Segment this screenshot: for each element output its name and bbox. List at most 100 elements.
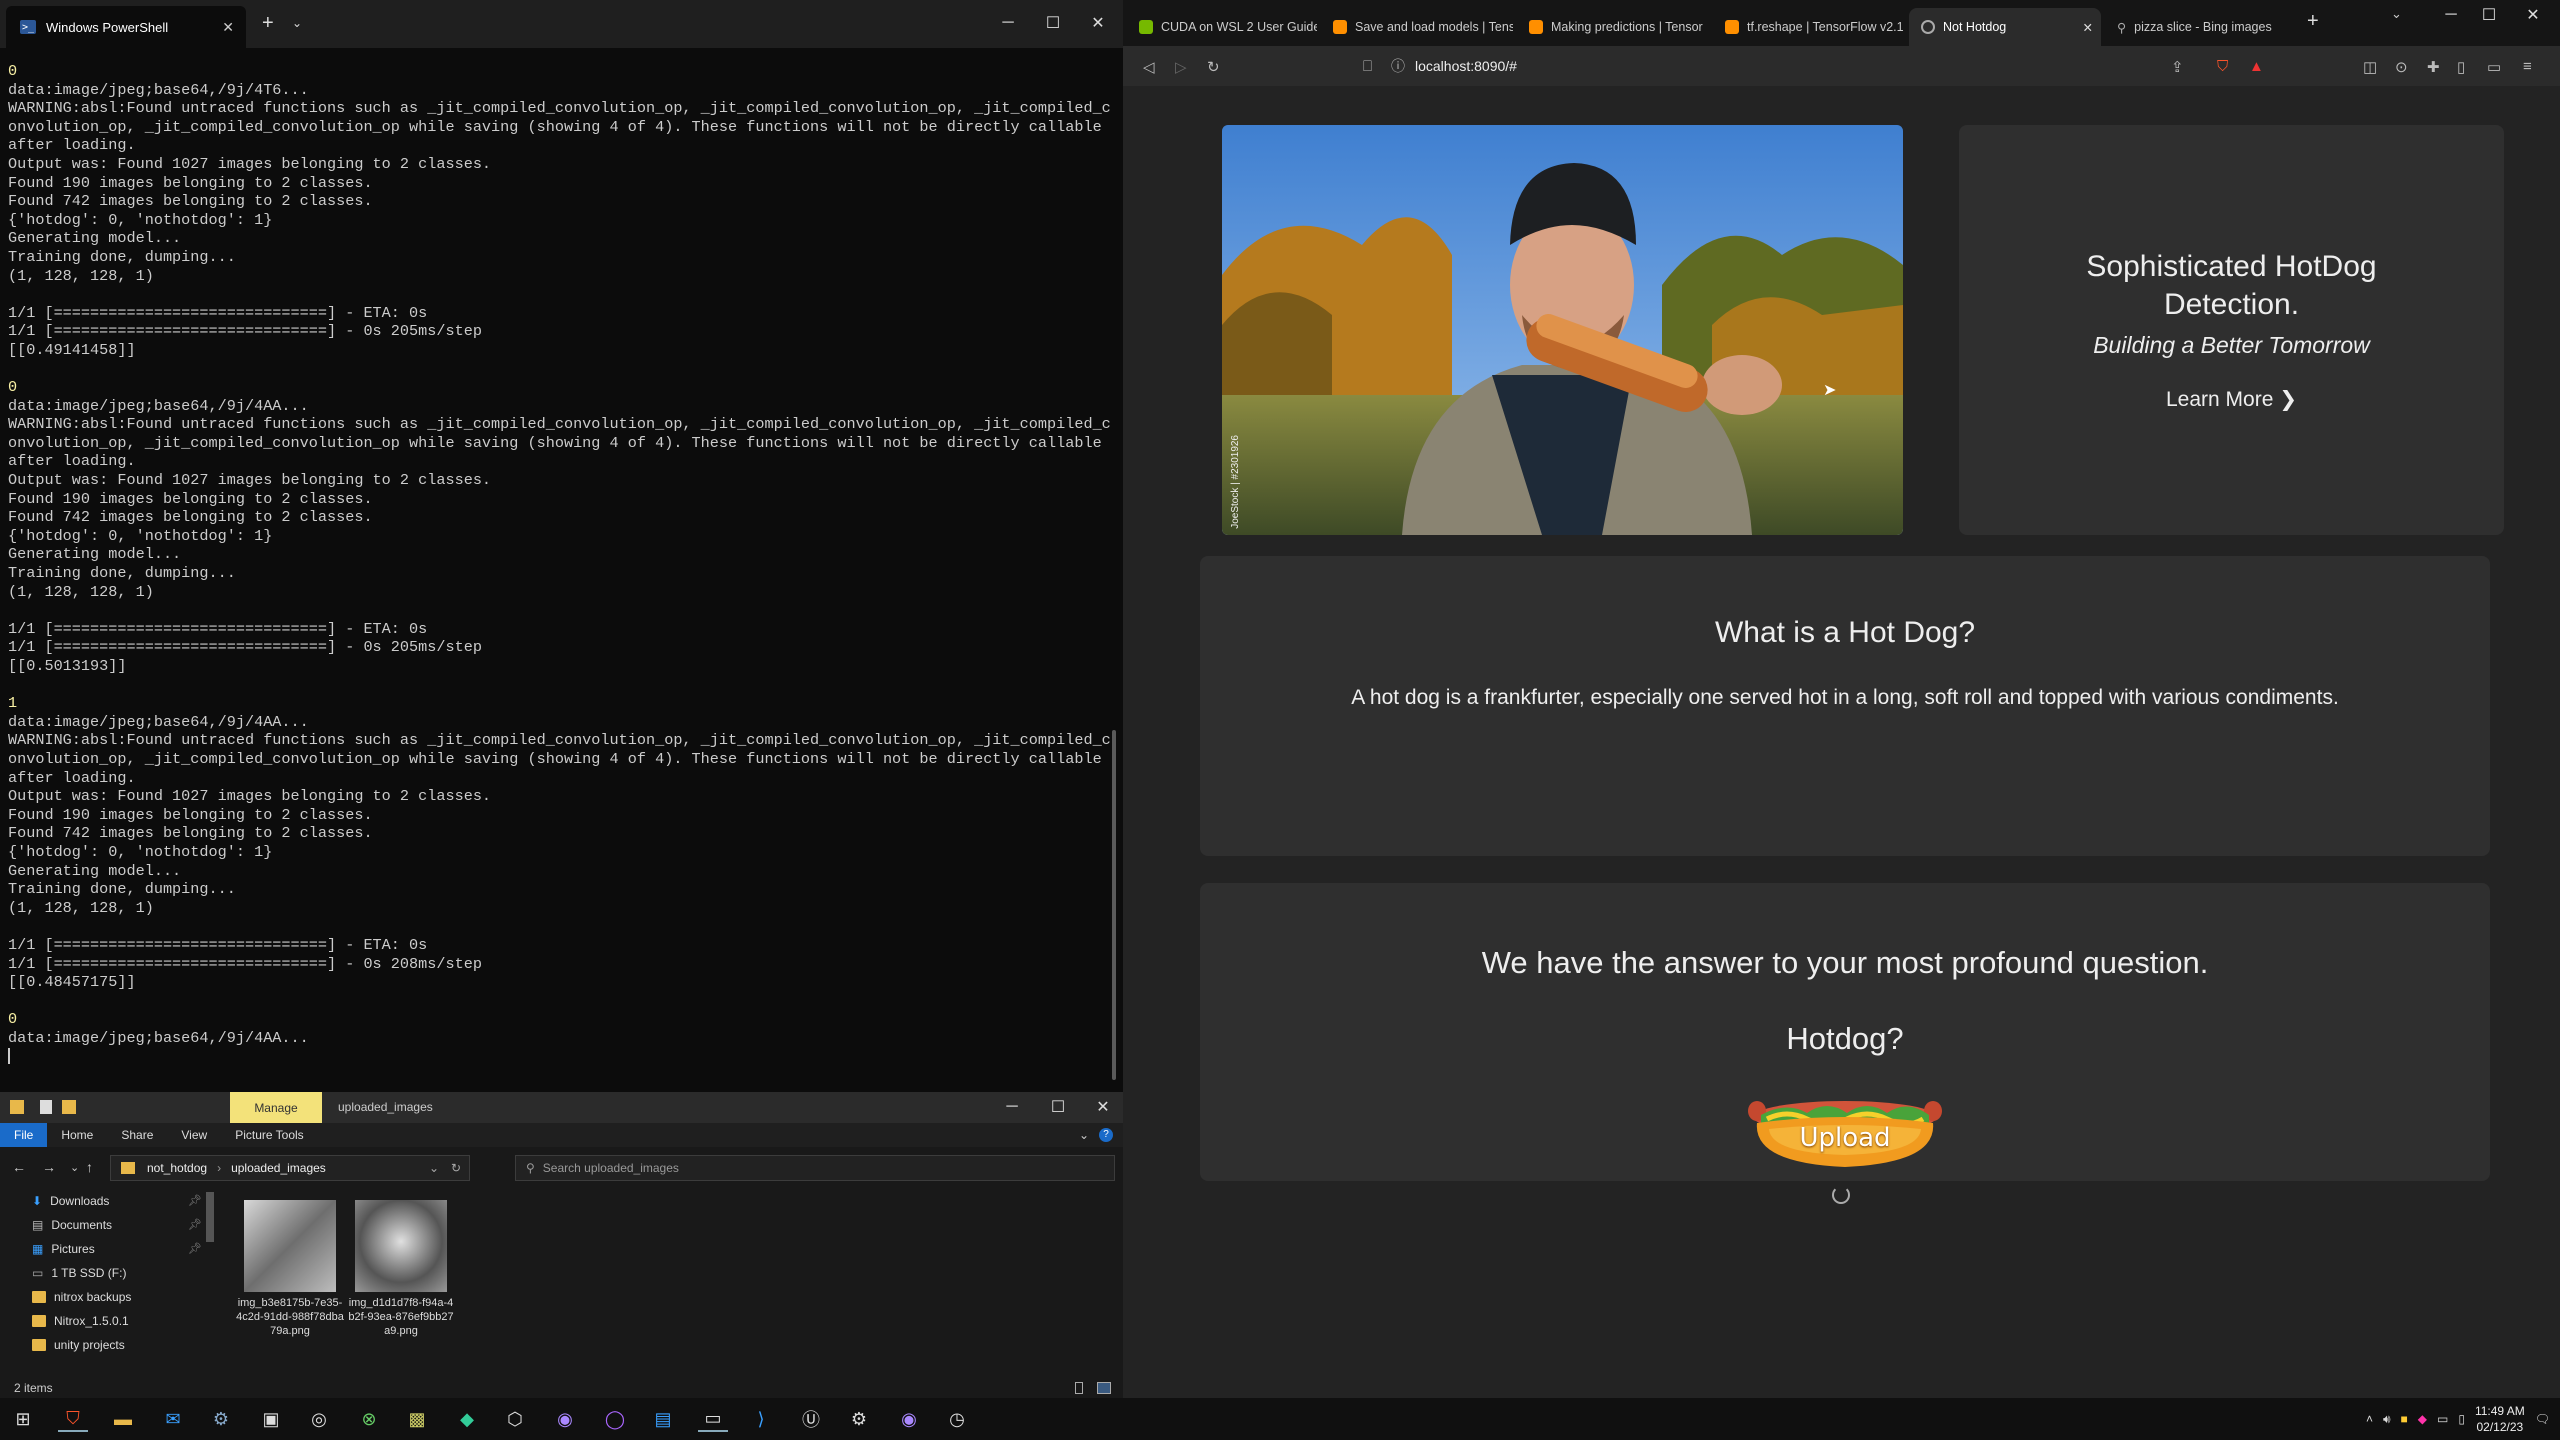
clock[interactable]: 11:49 AM 02/12/23 (2475, 1403, 2525, 1435)
ribbon-file[interactable]: File (0, 1123, 48, 1147)
app-icon[interactable]: ◆ (452, 1406, 482, 1432)
upload-button[interactable]: Upload (1747, 1083, 1943, 1169)
maximize-button[interactable]: ☐ (1033, 8, 1073, 38)
forward-icon[interactable]: ▷ (1175, 58, 1187, 76)
ribbon-expand-icon[interactable]: ⌄ (1079, 1128, 1089, 1142)
ribbon-share[interactable]: Share (107, 1123, 167, 1147)
properties-icon[interactable] (40, 1100, 52, 1114)
ribbon-picture-tools[interactable]: Picture Tools (221, 1123, 317, 1147)
bookmark-icon[interactable]: ⎕ (1363, 58, 1372, 75)
file-thumbnail[interactable] (355, 1200, 447, 1292)
settings-icon[interactable]: ⚙ (844, 1406, 874, 1432)
nav-item-nitrox[interactable]: Nitrox_1.5.0.1 (32, 1310, 129, 1332)
steam-icon[interactable]: ⚙ (206, 1406, 236, 1432)
vscode-icon[interactable]: ⟩ (746, 1406, 776, 1432)
battery-icon[interactable]: ▯ (2458, 1412, 2465, 1426)
tab-making-predictions[interactable]: Making predictions | Tensor (1517, 8, 1709, 46)
close-button[interactable]: ✕ (1078, 8, 1118, 38)
terminal-output[interactable]: 0 data:image/jpeg;base64,/9j/4T6... WARNIN… (8, 62, 1113, 1092)
explorer-maximize-button[interactable]: ☐ (1038, 1092, 1078, 1122)
sidebar-icon[interactable]: ▯ (2457, 58, 2465, 76)
share-icon[interactable]: ⇪ (2171, 58, 2184, 76)
breadcrumb-not-hotdog[interactable]: not_hotdog (147, 1161, 207, 1175)
browser-app-icon[interactable]: ◯ (600, 1406, 630, 1432)
new-tab-button[interactable]: + (2307, 10, 2319, 33)
wallet-icon[interactable]: ▭ (2487, 58, 2501, 76)
refresh-icon[interactable]: ↻ (451, 1161, 461, 1175)
nav-item-documents[interactable]: ▤ Documents (32, 1214, 112, 1236)
explorer-close-button[interactable]: ✕ (1083, 1092, 1123, 1122)
brave-rewards-icon[interactable]: ▲ (2249, 58, 2264, 75)
ribbon-home[interactable]: Home (47, 1123, 107, 1147)
close-tab-icon[interactable]: ✕ (2083, 20, 2093, 35)
clock-app-icon[interactable]: ◷ (942, 1406, 972, 1432)
address-dropdown-icon[interactable]: ⌄ (429, 1161, 439, 1175)
obs-icon[interactable]: ◉ (894, 1406, 924, 1432)
file-name[interactable]: img_b3e8175b-7e35-4c2d-91dd-988f78dba79a… (235, 1296, 345, 1338)
nav-scrollbar[interactable] (206, 1192, 214, 1242)
nav-item-unity-projects[interactable]: unity projects (32, 1334, 125, 1356)
nav-item-ssd[interactable]: ▭ 1 TB SSD (F:) (32, 1262, 126, 1284)
recent-icon[interactable]: ⌄ (70, 1161, 79, 1174)
volume-icon[interactable]: 🔊︎ (2383, 1412, 2391, 1427)
back-icon[interactable]: ◁ (1143, 58, 1155, 76)
help-icon[interactable]: ? (1099, 1128, 1113, 1142)
tab-save-load[interactable]: Save and load models | Tens (1321, 8, 1513, 46)
up-icon[interactable]: ↑ (86, 1159, 93, 1175)
explorer-minimize-button[interactable]: ─ (992, 1092, 1032, 1122)
breadcrumb-uploaded-images[interactable]: uploaded_images (231, 1161, 326, 1175)
nav-item-pictures[interactable]: ▦ Pictures (32, 1238, 95, 1260)
terminal-icon[interactable]: ▭ (698, 1406, 728, 1432)
unreal-icon[interactable]: Ⓤ (796, 1406, 826, 1432)
nav-item-nitrox-backups[interactable]: nitrox backups (32, 1286, 131, 1308)
xbox-icon[interactable]: ⊗ (354, 1406, 384, 1432)
brave-shields-icon[interactable]: ⛉ (2217, 58, 2228, 75)
new-folder-icon[interactable] (62, 1100, 76, 1114)
file-thumbnail[interactable] (244, 1200, 336, 1292)
site-info-icon[interactable]: ⓘ (1391, 56, 1405, 76)
epic-games-icon[interactable]: ▣ (256, 1406, 286, 1432)
tab-cuda[interactable]: CUDA on WSL 2 User Guide (1127, 8, 1317, 46)
new-tab-button[interactable]: + (262, 12, 274, 35)
incognito-icon[interactable]: ⊙ (2395, 58, 2408, 76)
tab-not-hotdog[interactable]: Not Hotdog ✕ (1909, 8, 2101, 46)
minecraft-icon[interactable]: ▩ (402, 1406, 432, 1432)
file-name[interactable]: img_d1d1d7f8-f94a-4b2f-93ea-876ef9bb27a9… (346, 1296, 456, 1338)
browser-minimize-button[interactable]: ─ (2431, 0, 2471, 30)
ribbon-view[interactable]: View (167, 1123, 221, 1147)
powershell-tab[interactable]: >_ Windows PowerShell ✕ (6, 6, 246, 48)
browser-maximize-button[interactable]: ☐ (2469, 0, 2509, 30)
remote-icon[interactable]: ▤ (648, 1406, 678, 1432)
url-bar[interactable]: ⓘ localhost:8090/# (1391, 52, 2211, 80)
manage-tab[interactable]: Manage (230, 1092, 322, 1123)
tab-search-icon[interactable]: ⌄ (2391, 6, 2402, 22)
browser-close-button[interactable]: ✕ (2513, 0, 2553, 30)
tray-app-icon[interactable]: ◆ (2418, 1412, 2427, 1426)
minimize-button[interactable]: ─ (988, 8, 1028, 38)
chevron-down-icon[interactable]: ⌄ (292, 16, 302, 30)
unity-icon[interactable]: ⬡ (500, 1406, 530, 1432)
chrome-icon[interactable]: ◎ (304, 1406, 334, 1432)
back-icon[interactable]: ← (12, 1159, 26, 1175)
mail-icon[interactable]: ✉ (158, 1406, 188, 1432)
tray-app-icon[interactable]: ■ (2401, 1412, 2408, 1426)
tab-pizza-slice[interactable]: ⚲ pizza slice - Bing images (2105, 8, 2295, 46)
file-explorer-icon[interactable]: ▬ (108, 1406, 138, 1432)
reload-icon[interactable]: ↻ (1207, 58, 1220, 76)
notifications-icon[interactable]: 🗨︎ (2535, 1412, 2550, 1426)
start-icon[interactable]: ⊞ (8, 1406, 38, 1432)
details-view-icon[interactable] (1075, 1382, 1083, 1394)
learn-more-link[interactable]: Learn More ❯ (2166, 387, 2297, 412)
tray-overflow-icon[interactable]: ˄ (2366, 1412, 2373, 1426)
terminal-scrollbar[interactable] (1112, 730, 1116, 1080)
brave-icon[interactable]: ⛉ (58, 1406, 88, 1432)
extension-icon[interactable]: ◫ (2363, 58, 2377, 76)
forward-icon[interactable]: → (42, 1159, 56, 1175)
tab-tf-reshape[interactable]: tf.reshape | TensorFlow v2.1 (1713, 8, 1905, 46)
network-icon[interactable]: ▭ (2437, 1412, 2448, 1426)
search-input[interactable]: ⚲ Search uploaded_images (515, 1155, 1115, 1181)
large-icons-view-icon[interactable] (1097, 1382, 1111, 1394)
nav-item-downloads[interactable]: ⬇ Downloads (32, 1190, 109, 1212)
address-bar[interactable]: not_hotdog › uploaded_images ⌄ ↻ (110, 1155, 470, 1181)
discord-icon[interactable]: ◉ (550, 1406, 580, 1432)
